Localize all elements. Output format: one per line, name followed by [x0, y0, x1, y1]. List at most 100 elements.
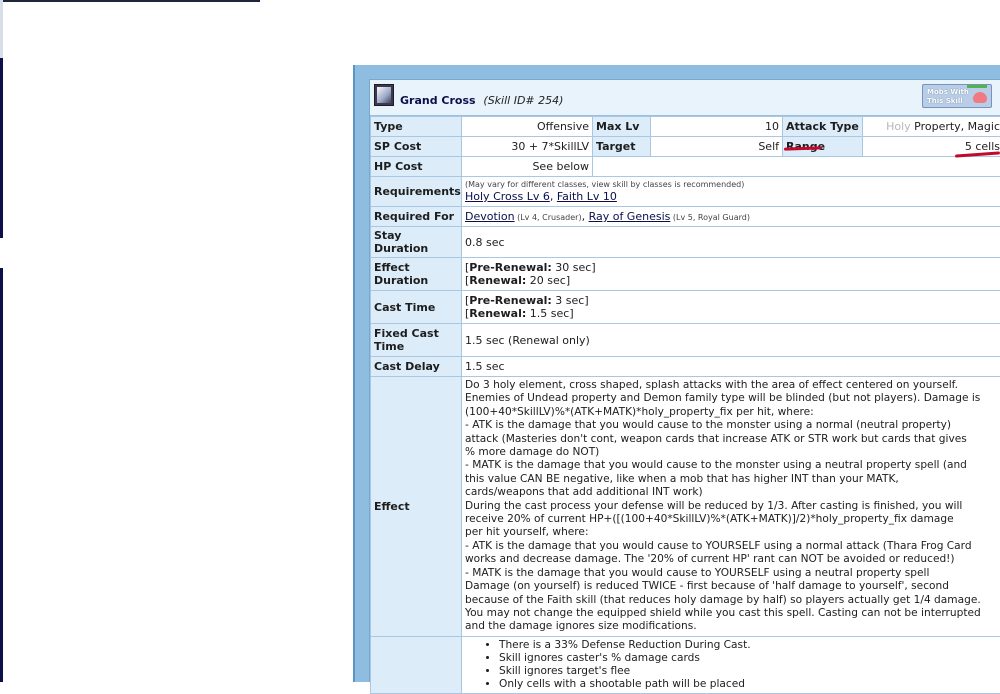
effect-line: attack (Masteries don't cont, weapon car… — [465, 433, 1000, 446]
cast-delay-label: Cast Delay — [371, 357, 462, 377]
effect-line: % more damage do NOT) — [465, 446, 1000, 459]
top-left-frame — [0, 0, 3, 58]
table-row: Effect Do 3 holy element, cross shaped, … — [371, 377, 1000, 637]
effect-description: Do 3 holy element, cross shaped, splash … — [462, 377, 1000, 637]
table-row: Cast Time [Pre-Renewal: 3 sec] [Renewal:… — [371, 291, 1000, 324]
renewal-value: 20 sec — [526, 274, 566, 287]
effect-line: receive 20% of current HP+([(100+40*Skil… — [465, 513, 1000, 526]
renewal-label: Renewal: — [469, 307, 526, 320]
table-row: Type Offensive Max Lv 10 Attack Type Hol… — [371, 117, 1000, 137]
effect-line: - ATK is the damage that you would cause… — [465, 419, 1000, 432]
type-value: Offensive — [462, 117, 593, 137]
empty-cell — [593, 157, 1000, 177]
renewal-value: 1.5 sec — [526, 307, 569, 320]
table-row: Requirements (May vary for different cla… — [371, 177, 1000, 207]
skill-table: Type Offensive Max Lv 10 Attack Type Hol… — [370, 116, 1000, 694]
left-edge-gap — [0, 238, 3, 268]
notes-cell: There is a 33% Defense Reduction During … — [462, 636, 1000, 693]
separator: , — [582, 210, 589, 223]
requirements-note: (May vary for different classes, view sk… — [465, 180, 1000, 190]
left-edge-strip — [0, 58, 3, 682]
table-row: Cast Delay 1.5 sec — [371, 357, 1000, 377]
fixed-cast-time-value: 1.5 sec (Renewal only) — [462, 324, 1000, 357]
pre-renewal-label: Pre-Renewal: — [469, 294, 552, 307]
skill-name: Grand Cross — [400, 94, 476, 107]
table-row: Effect Duration [Pre-Renewal: 30 sec] [R… — [371, 258, 1000, 291]
stay-duration-value: 0.8 sec — [462, 227, 1000, 258]
target-value: Self — [651, 137, 783, 157]
top-divider — [0, 0, 260, 2]
holy-cross-link[interactable]: Holy Cross Lv 6 — [465, 190, 550, 203]
cast-time-value: [Pre-Renewal: 3 sec] [Renewal: 1.5 sec] — [462, 291, 1000, 324]
mobs-button-label: Mobs With This Skill — [927, 88, 971, 106]
list-item: Skill ignores target's flee — [499, 665, 1000, 678]
renewal-label: Renewal: — [469, 274, 526, 287]
effect-line: You may not change the equipped shield w… — [465, 607, 1000, 620]
effect-line: - MATK is the damage that you would caus… — [465, 567, 1000, 580]
maxlv-label: Max Lv — [593, 117, 651, 137]
devotion-link[interactable]: Devotion — [465, 210, 515, 223]
required-for-value: Devotion (Lv 4, Crusader), Ray of Genesi… — [462, 207, 1000, 227]
separator: , — [550, 190, 557, 203]
notes-list: There is a 33% Defense Reduction During … — [465, 639, 1000, 691]
pre-renewal-value: 30 sec — [552, 261, 592, 274]
holy-text: Holy — [886, 120, 911, 133]
hp-bar-icon — [967, 85, 987, 88]
ray-of-genesis-link[interactable]: Ray of Genesis — [589, 210, 671, 223]
ray-of-genesis-note: (Lv 5, Royal Guard) — [670, 213, 750, 222]
effect-line: this value CAN BE negative, like when a … — [465, 473, 1000, 486]
skill-title: Grand Cross (Skill ID# 254) — [400, 94, 563, 107]
effect-duration-label: Effect Duration — [371, 258, 462, 291]
pre-renewal-label: Pre-Renewal: — [469, 261, 552, 274]
effect-line: During the cast process your defense wil… — [465, 500, 1000, 513]
hp-cost-label: HP Cost — [371, 157, 462, 177]
effect-line: works and decrease damage. The '20% of c… — [465, 553, 1000, 566]
attack-type-value: Holy Property, Magic — [863, 117, 1000, 137]
cast-delay-value: 1.5 sec — [462, 357, 1000, 377]
effect-line: because of the Faith skill (that reduces… — [465, 594, 1000, 607]
skill-header: Grand Cross (Skill ID# 254) Mobs With Th… — [370, 80, 1000, 116]
effect-line: cards/weapons that add additional INT wo… — [465, 486, 1000, 499]
fixed-cast-time-label: Fixed Cast Time — [371, 324, 462, 357]
skill-id: (Skill ID# 254) — [483, 94, 563, 107]
maxlv-value: 10 — [651, 117, 783, 137]
effect-line: Damage (on yourself) is reduced TWICE - … — [465, 580, 1000, 593]
table-row: HP Cost See below — [371, 157, 1000, 177]
effect-line: (100+40*SkillLV)%*(ATK+MATK)*holy_proper… — [465, 406, 1000, 419]
effect-label: Effect — [371, 377, 462, 637]
list-item: Skill ignores caster's % damage cards — [499, 652, 1000, 665]
list-item: There is a 33% Defense Reduction During … — [499, 639, 1000, 652]
cast-time-label: Cast Time — [371, 291, 462, 324]
table-row: There is a 33% Defense Reduction During … — [371, 636, 1000, 693]
requirements-value: (May vary for different classes, view sk… — [462, 177, 1000, 207]
attack-type-label: Attack Type — [783, 117, 863, 137]
table-row: Fixed Cast Time 1.5 sec (Renewal only) — [371, 324, 1000, 357]
effect-duration-value: [Pre-Renewal: 30 sec] [Renewal: 20 sec] — [462, 258, 1000, 291]
mobs-with-skill-button[interactable]: Mobs With This Skill — [922, 84, 992, 108]
devotion-note: (Lv 4, Crusader) — [515, 213, 582, 222]
effect-line: - ATK is the damage that you would cause… — [465, 540, 1000, 553]
table-row: Required For Devotion (Lv 4, Crusader), … — [371, 207, 1000, 227]
pre-renewal-value: 3 sec — [552, 294, 585, 307]
required-for-label: Required For — [371, 207, 462, 227]
sp-cost-value: 30 + 7*SkillLV — [462, 137, 593, 157]
effect-line: Do 3 holy element, cross shaped, splash … — [465, 379, 1000, 392]
target-label: Target — [593, 137, 651, 157]
sp-cost-label: SP Cost — [371, 137, 462, 157]
faith-link[interactable]: Faith Lv 10 — [557, 190, 617, 203]
poring-icon — [973, 92, 987, 103]
skill-card: Grand Cross (Skill ID# 254) Mobs With Th… — [369, 79, 1000, 682]
attack-type-rest: Property, Magic — [911, 120, 1000, 133]
grand-cross-icon — [374, 84, 394, 106]
skill-panel: Grand Cross (Skill ID# 254) Mobs With Th… — [353, 65, 1000, 682]
stay-duration-label: Stay Duration — [371, 227, 462, 258]
effect-line: and the damage ignores size modification… — [465, 620, 1000, 633]
notes-label — [371, 636, 462, 693]
requirements-label: Requirements — [371, 177, 462, 207]
table-row: SP Cost 30 + 7*SkillLV Target Self Range… — [371, 137, 1000, 157]
table-row: Stay Duration 0.8 sec — [371, 227, 1000, 258]
effect-line: Enemies of Undead property and Demon fam… — [465, 392, 1000, 405]
type-label: Type — [371, 117, 462, 137]
list-item: Only cells with a shootable path will be… — [499, 678, 1000, 691]
effect-line: - MATK is the damage that you would caus… — [465, 459, 1000, 472]
